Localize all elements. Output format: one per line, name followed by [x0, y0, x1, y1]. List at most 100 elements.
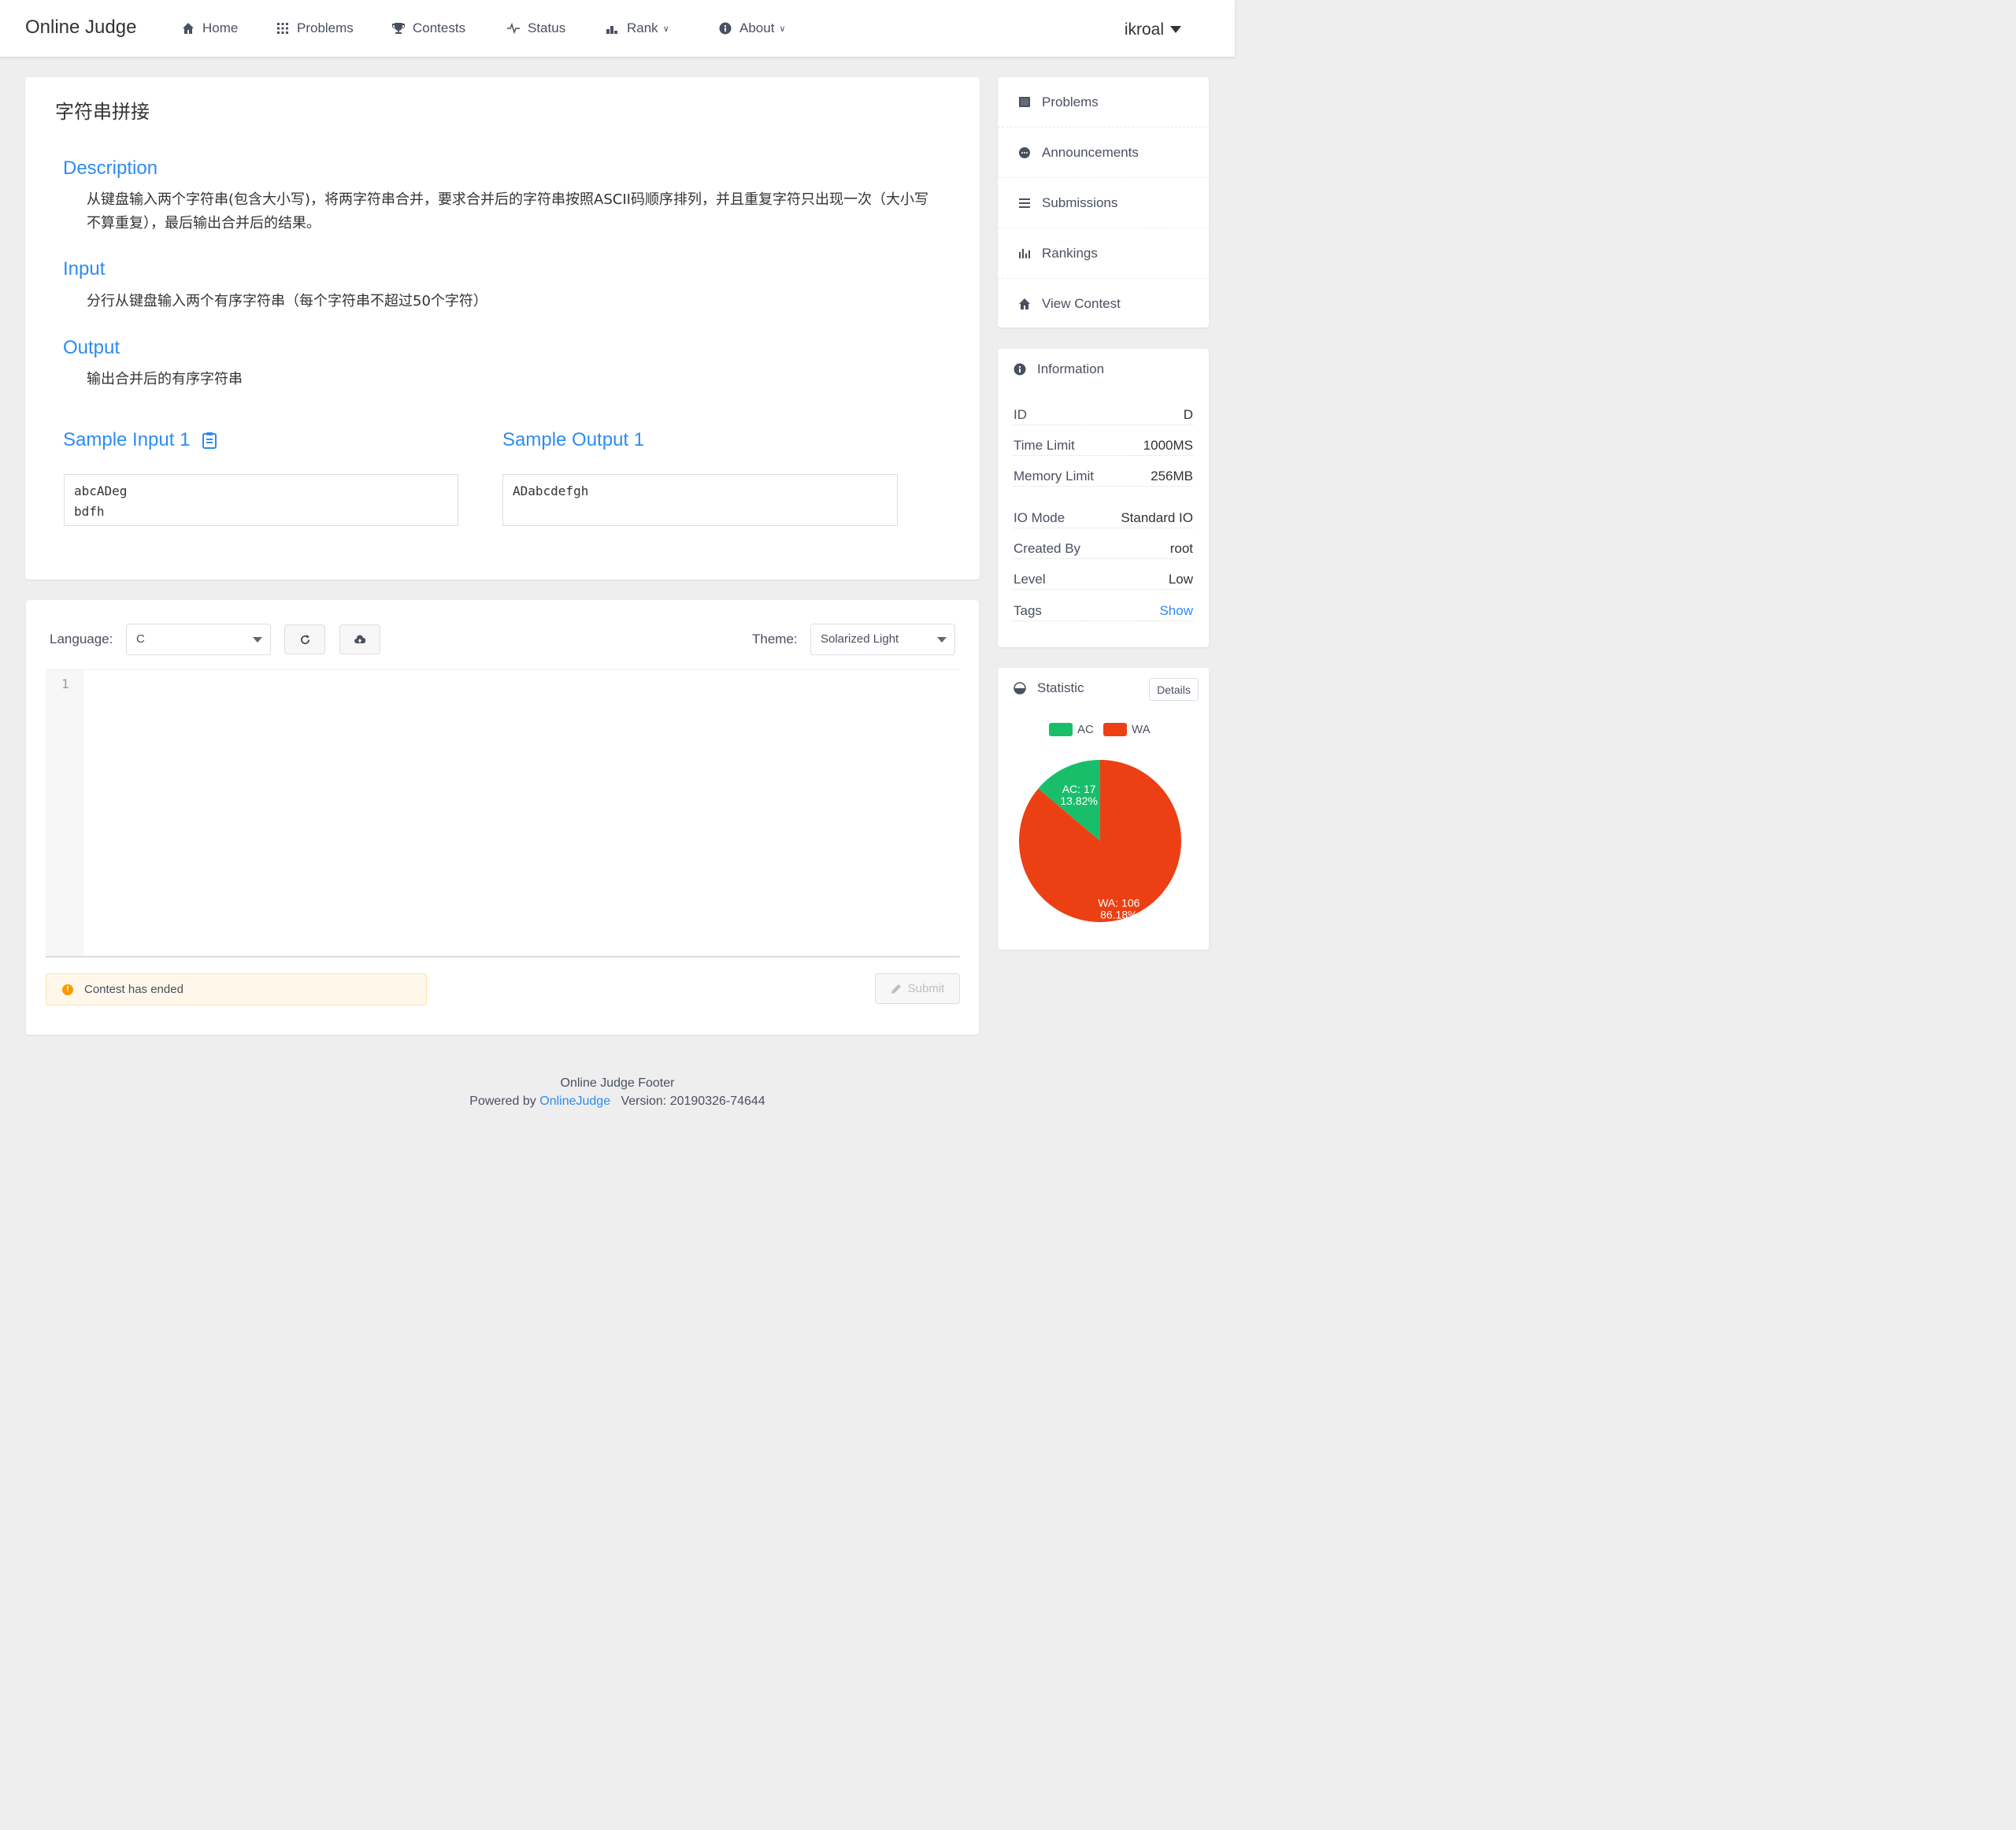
username: ikroal [1124, 20, 1164, 39]
information-heading: Information [1014, 361, 1104, 377]
warning-icon: ! [62, 984, 73, 995]
statistic-heading: Statistic [1014, 680, 1084, 696]
onlinejudge-link[interactable]: OnlineJudge [539, 1095, 610, 1108]
nav-status[interactable]: Status [507, 20, 565, 36]
info-key: IO Mode [1014, 510, 1065, 525]
info-key: ID [1014, 407, 1027, 422]
list-icon [1019, 198, 1030, 208]
details-button[interactable]: Details [1149, 678, 1199, 701]
info-key: Memory Limit [1014, 469, 1095, 483]
theme-label: Theme: [752, 632, 798, 646]
info-value: 256MB [1151, 469, 1193, 483]
problem-card: 字符串拼接 Description 从键盘输入两个字符串(包含大小写)，将两字符… [25, 77, 980, 580]
bar-chart-icon [1019, 248, 1030, 258]
theme-select[interactable]: Solarized Light [810, 624, 955, 655]
footer: Online Judge Footer Powered by OnlineJud… [0, 1074, 1235, 1110]
nav-status-label: Status [528, 20, 566, 35]
info-value: 1000MS [1143, 438, 1193, 453]
input-heading: Input [63, 258, 106, 280]
footer-version: Version: 20190326-74644 [621, 1095, 765, 1108]
menu-item-problems[interactable]: Problems [998, 77, 1209, 128]
info-row-id: ID D [1014, 405, 1193, 425]
home-icon [183, 23, 194, 34]
nav-home[interactable]: Home [182, 20, 238, 36]
book-icon [1019, 96, 1030, 107]
upload-code-button[interactable] [339, 624, 380, 654]
statistic-title: Statistic [1037, 680, 1084, 695]
show-tags-link[interactable]: Show [1159, 603, 1193, 619]
nav-problems[interactable]: Problems [276, 20, 354, 36]
code-editor-card: Language: C Theme: Solarized Light 1 ! C… [26, 600, 979, 1035]
problem-title: 字符串拼接 [55, 101, 150, 123]
theme-value: Solarized Light [821, 632, 899, 646]
submit-label: Submit [907, 982, 945, 995]
language-label: Language: [50, 632, 113, 646]
nav-home-label: Home [202, 20, 239, 35]
info-row-created-by: Created By root [1014, 539, 1193, 559]
dropdown-arrow-icon [937, 637, 947, 643]
pulse-icon [507, 22, 520, 35]
info-row-memory-limit: Memory Limit 256MB [1014, 466, 1193, 487]
code-editor[interactable]: 1 [46, 669, 960, 958]
info-key: Level [1014, 572, 1046, 587]
dropdown-arrow-icon [253, 637, 262, 643]
sample-output-box: ADabcdefgh [502, 474, 898, 526]
pie-label-ac-percent: 13.82% [1060, 795, 1097, 807]
info-row-time-limit: Time Limit 1000MS [1014, 435, 1193, 456]
legend-item-ac[interactable]: AC [1049, 723, 1094, 736]
cloud-upload-icon [354, 635, 365, 643]
user-menu[interactable]: ikroal [1125, 20, 1181, 39]
reset-code-button[interactable] [284, 624, 325, 654]
nav-about[interactable]: About ∨ [719, 20, 786, 36]
contest-menu: Problems Announcements Submissions Ranki… [998, 77, 1209, 328]
menu-item-label: Problems [1042, 94, 1099, 109]
information-title: Information [1037, 361, 1105, 376]
menu-item-rankings[interactable]: Rankings [998, 228, 1209, 279]
pie-chart-icon [1014, 682, 1026, 695]
refresh-icon [300, 634, 309, 644]
grid-icon [277, 23, 288, 34]
nav-rank[interactable]: Rank ∨ [606, 20, 669, 36]
footer-powered-by: Powered by [469, 1095, 536, 1108]
info-icon [719, 22, 732, 35]
footer-title: Online Judge Footer [560, 1076, 675, 1090]
menu-item-view-contest[interactable]: View Contest [998, 279, 1209, 329]
description-text: 从键盘输入两个字符串(包含大小写)，将两字符串合并，要求合并后的字符串按照ASC… [87, 191, 928, 232]
pie-label-ac-value: AC: 17 [1062, 783, 1096, 795]
legend-label-wa: WA [1132, 723, 1151, 736]
output-text: 输出合并后的有序字符串 [87, 371, 243, 387]
legend-item-wa[interactable]: WA [1103, 723, 1151, 736]
info-value: Low [1168, 572, 1193, 587]
information-card: Information ID D Time Limit 1000MS Memor… [998, 349, 1209, 647]
description-heading: Description [63, 157, 158, 179]
site-logo[interactable]: Online Judge [25, 17, 136, 39]
nav-contests[interactable]: Contests [392, 20, 465, 36]
pie-label-wa-percent: 86.18% [1100, 908, 1137, 921]
info-row-tags: Tags Show [1014, 601, 1193, 621]
language-select[interactable]: C [126, 624, 271, 655]
chevron-down-icon: ∨ [779, 24, 786, 34]
info-key: Time Limit [1014, 438, 1075, 453]
line-number: 1 [61, 676, 69, 691]
menu-item-label: Announcements [1042, 144, 1139, 160]
menu-item-label: View Contest [1042, 296, 1121, 311]
legend-swatch-wa [1103, 723, 1127, 736]
menu-item-submissions[interactable]: Submissions [998, 178, 1209, 228]
chat-icon [1019, 146, 1030, 158]
menu-item-label: Rankings [1042, 245, 1098, 261]
nav-about-label: About [739, 20, 775, 35]
info-key: Tags [1014, 603, 1042, 618]
info-key: Created By [1014, 541, 1081, 556]
submit-button[interactable]: Submit [875, 973, 960, 1004]
line-gutter: 1 [46, 670, 83, 956]
info-value: D [1183, 407, 1193, 422]
home-icon [1019, 298, 1030, 309]
legend-swatch-ac [1049, 723, 1073, 736]
clipboard-icon[interactable] [202, 432, 217, 449]
contest-ended-alert: ! Contest has ended [46, 973, 427, 1006]
sample-input-box: abcADeg bdfh [64, 474, 458, 526]
input-text: 分行从键盘输入两个有序字符串（每个字符串不超过50个字符） [87, 293, 487, 309]
footer-powered-line: Powered by OnlineJudge Version: 20190326… [0, 1092, 1235, 1110]
info-row-io-mode: IO Mode Standard IO [1014, 508, 1193, 528]
menu-item-announcements[interactable]: Announcements [998, 128, 1209, 178]
